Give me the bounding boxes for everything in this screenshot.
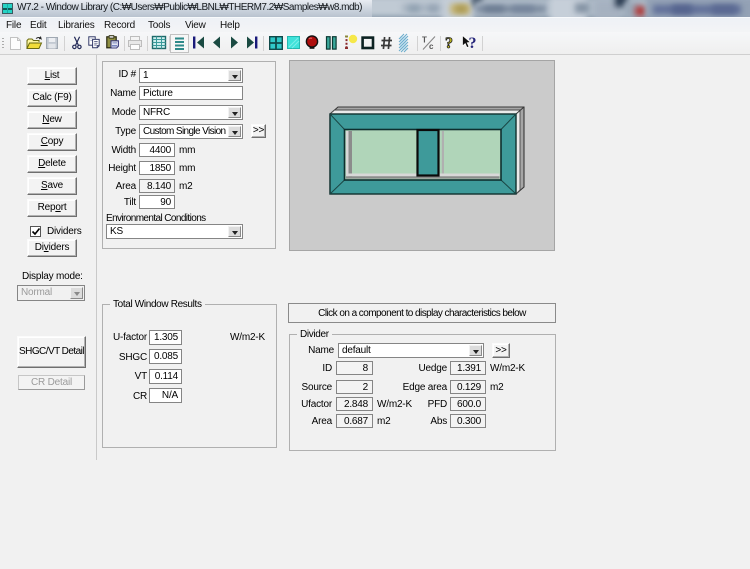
svg-text:?: ? [469, 35, 477, 52]
svg-text:c: c [429, 42, 434, 51]
svg-text:?: ? [445, 35, 453, 52]
svg-text:T: T [422, 36, 427, 45]
